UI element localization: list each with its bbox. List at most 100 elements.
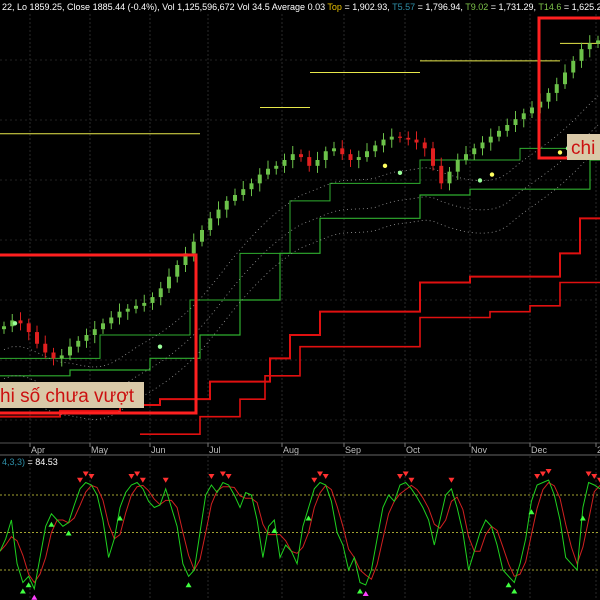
signal-dot [489,172,495,177]
candle-body [332,148,336,152]
candle-body [117,311,122,318]
candle-body [464,154,468,160]
candle-body [266,168,270,175]
candle-body [373,145,378,152]
candle-body [365,151,369,158]
x-tick-label: Oct [406,445,421,455]
candle-body [455,160,460,172]
header-segment: 22, Lo 1859.25, Close 1885.44 (-0.4%), V… [2,2,327,12]
candle-body [439,165,444,184]
candle-body [2,326,6,330]
candle-body [35,332,39,344]
header-segment: = 1,625.29, [561,2,600,12]
candle-body [356,157,361,160]
candle-body [92,329,97,335]
candle-body [257,174,262,184]
candle-body [447,171,452,184]
candle-body [422,142,427,149]
candle-body [315,160,320,166]
candle-body [307,157,312,166]
candle-body [299,154,303,158]
candle-body [18,320,23,324]
header-segment: Top [327,2,342,12]
candle-body [125,308,130,312]
candle-body [233,195,237,201]
candle-body [249,183,254,190]
candle-body [282,160,287,166]
annotation-right-text: chi [571,138,595,159]
header-segment: = 1,796.94, [415,2,465,12]
candle-body [167,276,171,289]
candle-body [381,139,386,146]
candle-body [323,151,328,160]
candle-body [348,154,353,160]
header-segment: T9.02 [465,2,488,12]
x-tick-label: Apr [31,445,45,455]
candle-body [241,189,246,195]
candle-body [587,43,592,50]
candle-body [472,148,477,155]
candle-body [563,72,567,85]
signal-dot [397,170,403,176]
candle-body [398,136,402,138]
signal-dot [557,150,563,155]
candle-body [26,323,31,333]
candle-body [505,125,510,131]
candle-body [579,49,584,61]
candle-body [431,148,435,166]
stock-chart: 22, Lo 1859.25, Close 1885.44 (-0.4%), V… [0,0,600,600]
x-tick-label: Jun [151,445,166,455]
annotation-left-text: hi số chưa vượt [0,386,135,407]
candle-body [216,209,221,219]
header-segment: T5.57 [392,2,415,12]
candle-body [150,297,155,303]
candle-body [208,218,213,230]
candle-body [142,302,147,306]
candle-body [546,92,551,102]
candle-body [596,40,600,44]
candle-body [513,119,518,125]
candle-body [274,165,279,169]
indicator-label: 4,3,3) = 84.53 [2,457,58,467]
x-tick-label: Aug [283,445,299,455]
candle-body [134,305,138,309]
candle-body [530,107,534,114]
signal-dot [382,163,388,169]
candle-body [340,148,345,155]
candle-body [101,323,105,330]
candle-body [480,142,485,149]
indicator-label-prefix: 4,3,3) [2,457,25,467]
candle-body [109,317,114,324]
x-tick-label: Jul [209,445,221,455]
candle-body [414,139,419,143]
signal-dot [157,344,163,349]
x-tick-label: May [91,445,109,455]
candle-body [200,230,204,242]
candle-body [521,113,526,120]
candle-body [43,343,48,353]
candle-body [554,84,559,93]
candle-body [191,241,196,254]
signal-dot [477,178,483,183]
x-tick-label: Sep [345,445,361,455]
candle-body [84,335,89,341]
candle-body [68,346,72,356]
signal-dot [12,321,18,326]
candle-body [76,340,81,347]
x-tick-label: Dec [531,445,548,455]
candle-body [59,355,64,359]
candle-body [571,60,576,73]
candle-body [158,288,163,298]
header-segment: T14.6 [538,2,561,12]
chart-header: 22, Lo 1859.25, Close 1885.44 (-0.4%), V… [2,2,600,12]
candle-body [290,154,295,160]
header-segment: = 1,902.93, [342,2,392,12]
x-tick-label: Nov [471,445,488,455]
indicator-label-value: = 84.53 [25,457,58,467]
candle-body [406,137,411,140]
candle-body [224,200,229,210]
candle-body [175,265,180,277]
candle-body [497,130,501,137]
header-segment: = 1,731.29, [488,2,538,12]
candle-body [389,136,394,140]
